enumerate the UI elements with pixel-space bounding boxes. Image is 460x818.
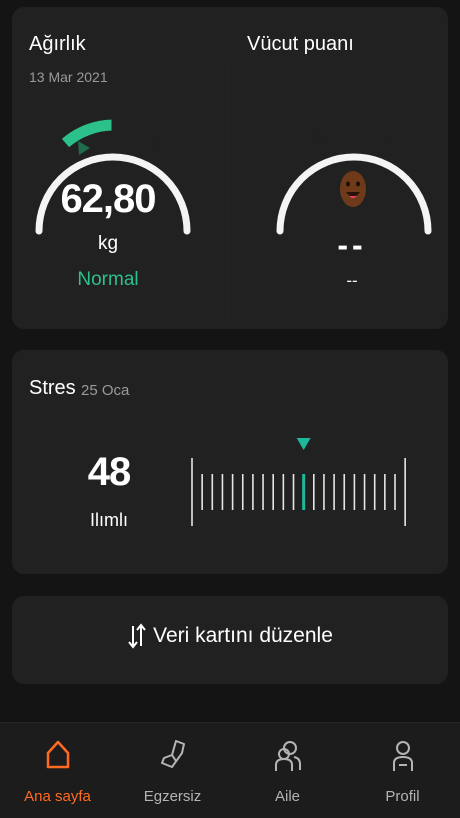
stress-value: 48 bbox=[87, 450, 132, 494]
nav-item-family[interactable]: Aile bbox=[230, 723, 345, 818]
home-icon bbox=[46, 740, 69, 769]
sort-arrows-icon bbox=[128, 623, 146, 649]
edit-data-card-button[interactable]: Veri kartını düzenle bbox=[12, 596, 448, 684]
stress-pointer bbox=[296, 438, 311, 450]
stress-title: Stres bbox=[29, 377, 76, 399]
nav-item-exercise[interactable]: Egzersiz bbox=[115, 723, 230, 818]
weight-title: Ağırlık bbox=[29, 33, 86, 55]
stress-scale bbox=[191, 438, 406, 526]
family-icon bbox=[274, 741, 301, 771]
stress-date: 25 Oca bbox=[81, 382, 130, 399]
profile-icon bbox=[392, 741, 413, 771]
weight-status: Normal bbox=[77, 269, 139, 290]
nav-label-home: Ana sayfa bbox=[24, 788, 91, 805]
body-score-subvalue: -- bbox=[346, 271, 358, 290]
edit-data-card-label: Veri kartını düzenle bbox=[153, 624, 333, 647]
nav-label-family: Aile bbox=[274, 788, 300, 805]
shoe-icon bbox=[160, 740, 185, 768]
nav-label-profile: Profil bbox=[385, 788, 420, 805]
body-score-title: Vücut puanı bbox=[247, 33, 354, 55]
nav-label-exercise: Egzersiz bbox=[143, 788, 202, 805]
smiley-face-icon bbox=[340, 171, 366, 207]
stress-level: Ilımlı bbox=[90, 510, 128, 530]
summary-card[interactable]: Ağırlık 13 Mar 2021 62,80 kg Normal Vücu… bbox=[12, 7, 448, 329]
card-divider bbox=[228, 67, 229, 317]
weight-unit: kg bbox=[97, 233, 119, 254]
weight-value: 62,80 bbox=[60, 177, 156, 221]
bottom-nav: Ana sayfa Egzersiz Aile Profil bbox=[0, 722, 460, 818]
weight-date: 13 Mar 2021 bbox=[29, 69, 108, 85]
stress-card[interactable]: Stres 25 Oca 48 Ilımlı bbox=[12, 350, 448, 574]
nav-item-home[interactable]: Ana sayfa bbox=[0, 723, 115, 818]
nav-item-profile[interactable]: Profil bbox=[345, 723, 460, 818]
body-score-value: -- bbox=[337, 227, 367, 263]
